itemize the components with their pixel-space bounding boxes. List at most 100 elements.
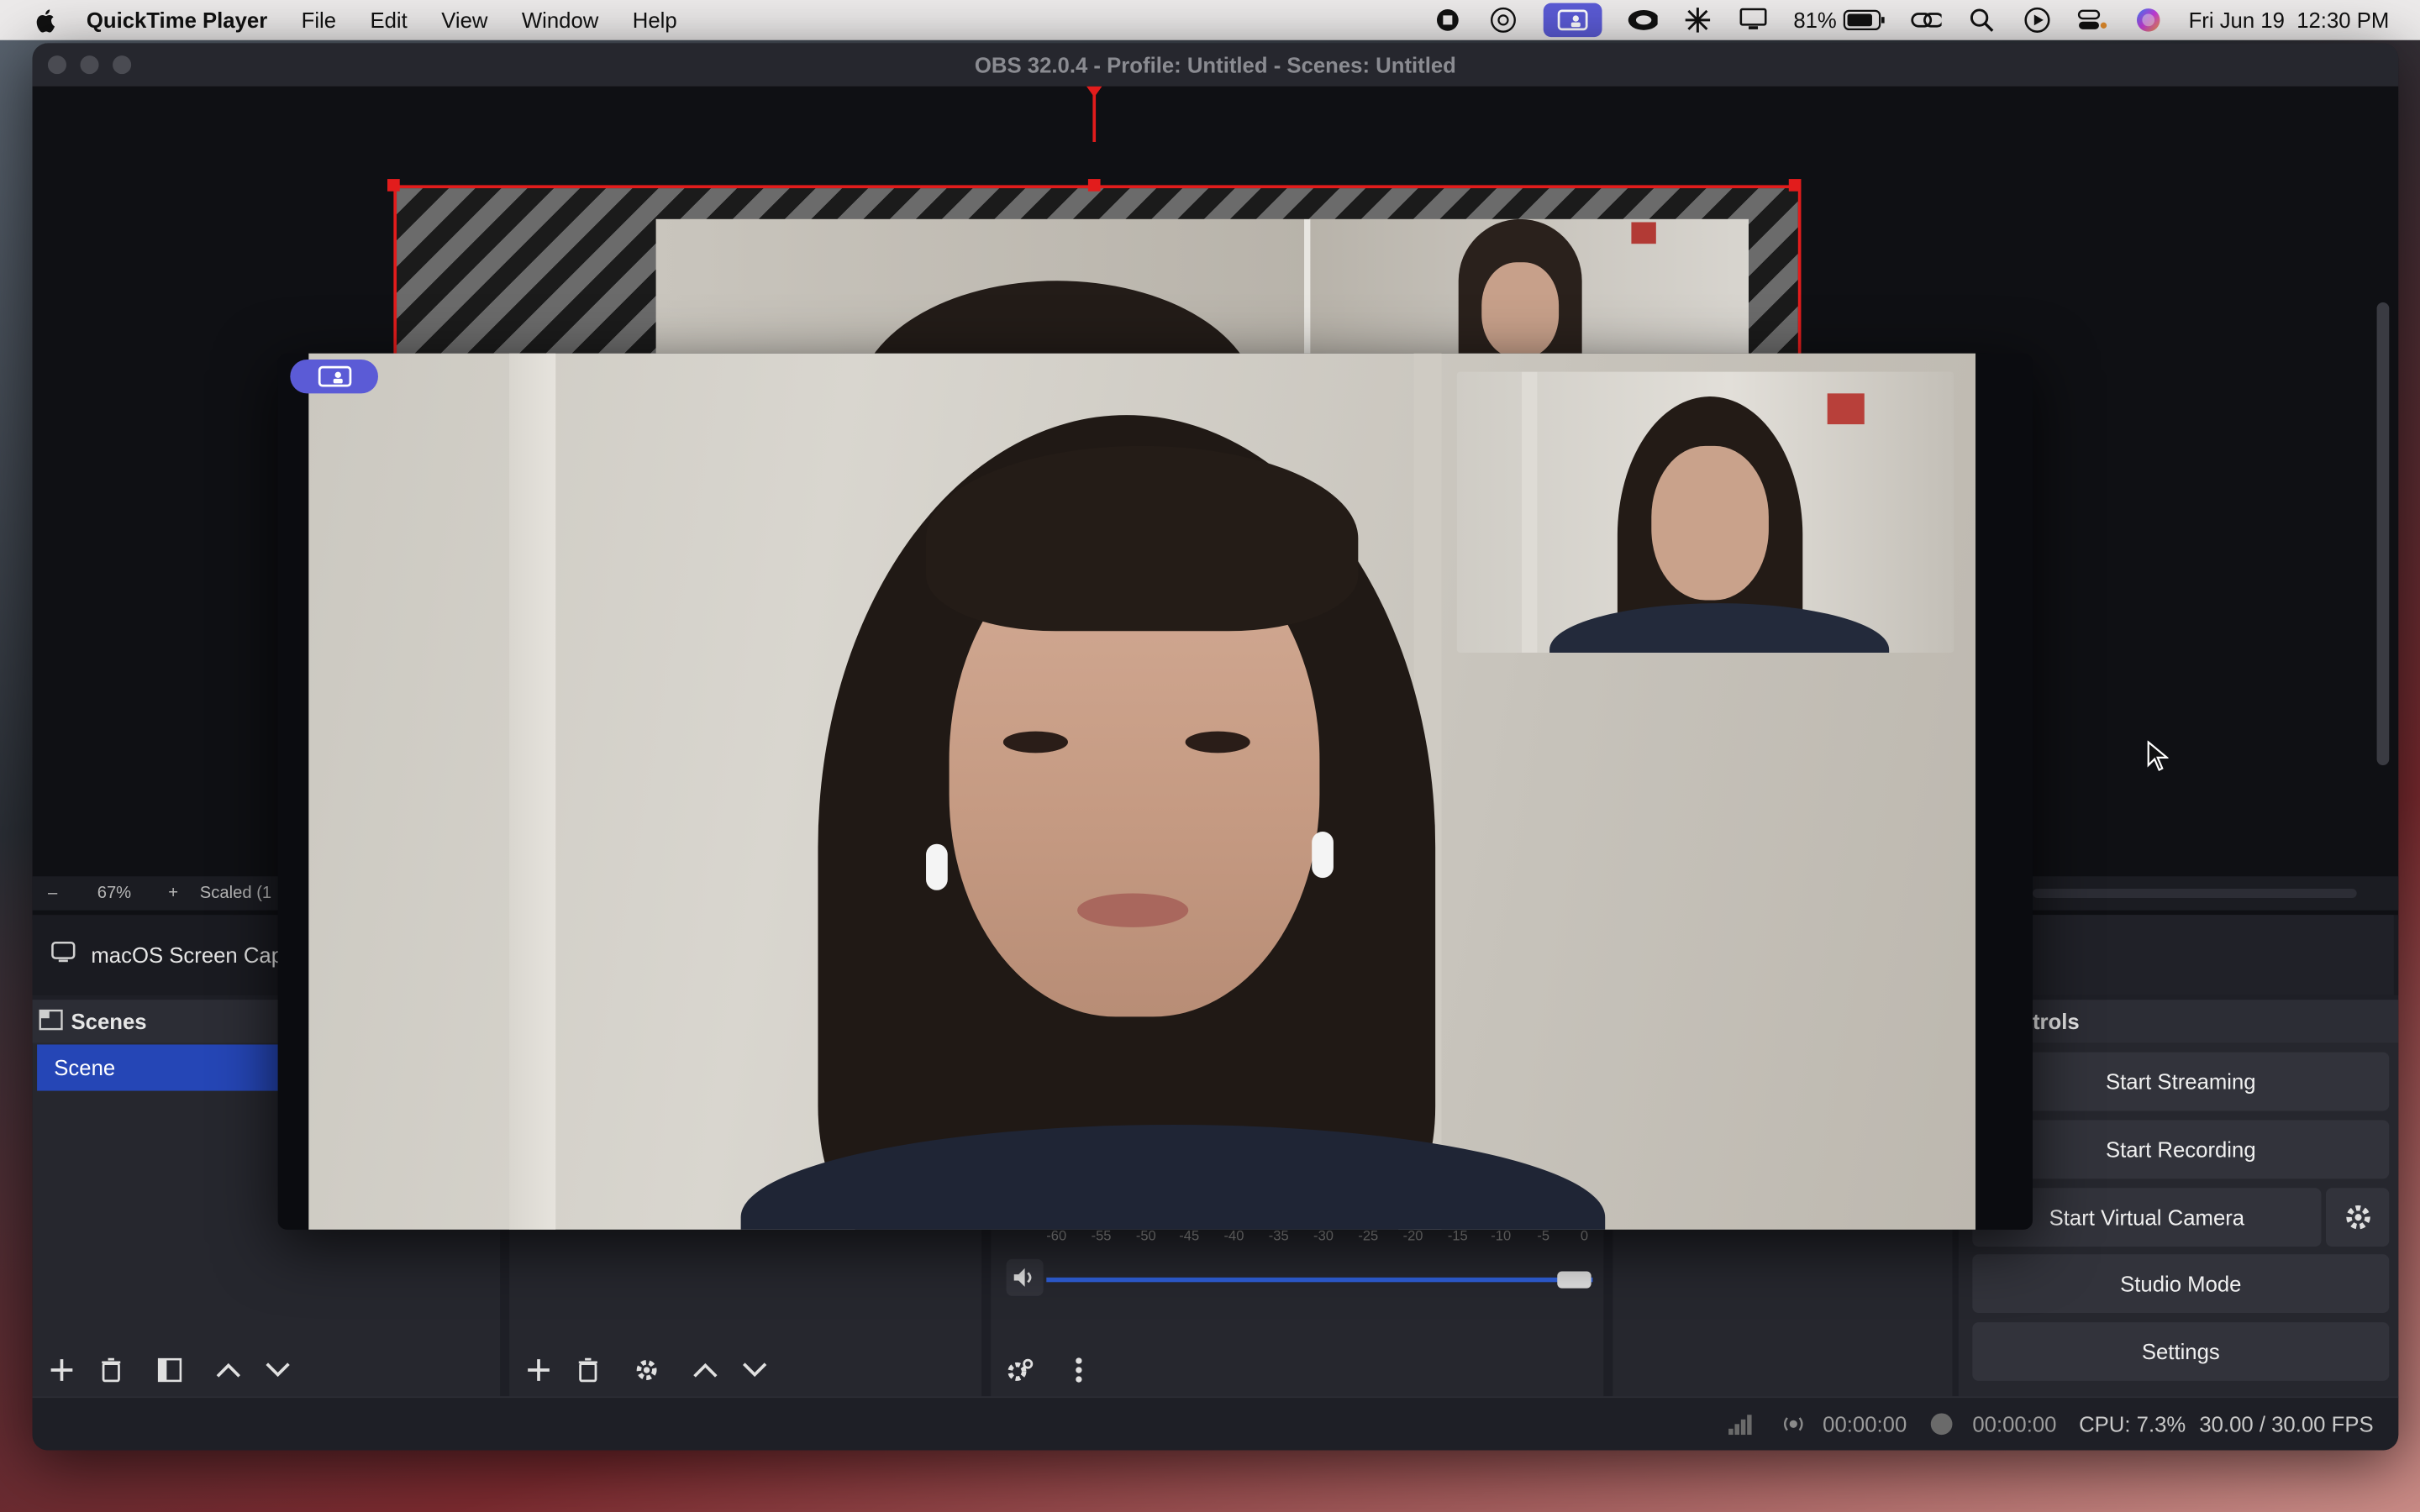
move-scene-up-button[interactable] <box>208 1350 249 1390</box>
meter-tick: -20 <box>1402 1228 1423 1244</box>
advanced-audio-gear-icon[interactable] <box>1000 1350 1040 1390</box>
record-stop-icon[interactable] <box>1433 6 1464 34</box>
source-name[interactable]: macOS Screen Capt <box>91 942 289 967</box>
meter-ticks: -60 -55 -50 -45 -40 -35 -30 -25 -20 -15 … <box>1046 1228 1596 1247</box>
mouse-cursor-icon <box>2147 740 2169 772</box>
remove-source-button[interactable] <box>568 1350 608 1390</box>
scenes-toolbar <box>33 1342 501 1398</box>
mixer-toolbar <box>991 1342 1603 1398</box>
display-icon[interactable] <box>1738 6 1769 34</box>
title-bar[interactable]: OBS 32.0.4 - Profile: Untitled - Scenes:… <box>32 43 2399 87</box>
start-recording-button[interactable]: Start Recording <box>1972 1120 2390 1179</box>
app-name-menu[interactable]: QuickTime Player <box>87 8 267 32</box>
pip-camera-badge[interactable] <box>290 359 378 394</box>
preview-vertical-scrollbar[interactable] <box>2376 302 2390 766</box>
left-eye-shape <box>1002 731 1069 753</box>
menu-bar-extras: 81% Fri Jun 19 12:30 PM <box>1407 0 2389 40</box>
zoom-in-button[interactable]: + <box>168 884 178 902</box>
alignment-guide <box>1092 89 1097 142</box>
inset-wall-edge <box>1522 371 1538 653</box>
meter-tick: -55 <box>1091 1228 1112 1244</box>
settings-button[interactable]: Settings <box>1972 1322 2390 1381</box>
fps-readout: 30.00 / 30.00 FPS <box>2199 1411 2374 1436</box>
network-signal-icon <box>1727 1413 1752 1439</box>
scenes-dock-icon <box>39 1008 63 1034</box>
sparkle-icon[interactable] <box>1682 6 1713 34</box>
resize-handle-tl[interactable] <box>387 179 400 192</box>
inset-person-shoulders <box>1549 603 1890 653</box>
recording-status-icon <box>1930 1413 1953 1436</box>
zoom-out-button[interactable]: – <box>48 884 76 902</box>
battery-icon[interactable] <box>1843 6 1886 34</box>
resize-handle-tm[interactable] <box>1087 179 1101 192</box>
meter-tick: -25 <box>1358 1228 1379 1244</box>
status-bar: 00:00:00 00:00:00 CPU: 7.3% 30.00 / 30.0… <box>32 1396 2399 1451</box>
start-streaming-button[interactable]: Start Streaming <box>1972 1052 2390 1111</box>
aperture-icon[interactable] <box>1488 6 1519 34</box>
meter-tick: 0 <box>1580 1228 1589 1244</box>
clock[interactable]: Fri Jun 19 12:30 PM <box>2189 8 2390 32</box>
sources-toolbar <box>509 1342 981 1398</box>
studio-mode-button[interactable]: Studio Mode <box>1972 1254 2390 1314</box>
volume-slider-track[interactable] <box>1046 1277 1593 1283</box>
volume-speaker-icon[interactable] <box>1006 1258 1044 1296</box>
menu-edit[interactable]: Edit <box>370 8 407 32</box>
move-source-up-button[interactable] <box>686 1350 726 1390</box>
right-earbud-shape <box>1312 832 1334 879</box>
volume-slider-handle[interactable] <box>1557 1271 1591 1289</box>
zoom-level: 67% <box>97 884 132 903</box>
inset-face-shape <box>1481 262 1560 359</box>
meter-tick: -40 <box>1223 1228 1244 1244</box>
screen-share-icon <box>317 365 351 387</box>
menu-help[interactable]: Help <box>633 8 677 32</box>
virtual-camera-settings-button[interactable] <box>2325 1188 2390 1247</box>
meter-tick: -35 <box>1268 1228 1289 1244</box>
meter-tick: -5 <box>1537 1228 1550 1244</box>
add-source-button[interactable] <box>518 1350 559 1390</box>
stream-time: 00:00:00 <box>1823 1411 1907 1436</box>
self-view-inset[interactable] <box>1456 371 1954 653</box>
meter-tick: -15 <box>1447 1228 1468 1244</box>
battery-percent: 81% <box>1793 8 1837 33</box>
left-earbud-shape <box>926 843 948 890</box>
control-center-icon[interactable] <box>2077 6 2108 34</box>
source-properties-gear-icon[interactable] <box>627 1350 667 1390</box>
window-title: OBS 32.0.4 - Profile: Untitled - Scenes:… <box>974 52 1456 77</box>
inset-person-face <box>1651 445 1769 601</box>
gear-icon <box>2345 1205 2370 1230</box>
scenes-title: Scenes <box>71 1009 147 1034</box>
person-fringe-shape <box>926 445 1359 632</box>
exit-sign-icon <box>1827 393 1865 425</box>
horizontal-scrollbar[interactable] <box>2032 888 2357 898</box>
scene-filters-button[interactable] <box>150 1350 190 1390</box>
menu-bar: QuickTime Player File Edit View Window H… <box>0 0 2420 40</box>
guide-arrow-icon <box>1086 86 1102 97</box>
meter-tick: -45 <box>1179 1228 1200 1244</box>
screen-share-icon[interactable] <box>1543 3 1602 38</box>
lips-shape <box>1077 893 1189 927</box>
mixer-menu-dots-icon[interactable] <box>1059 1350 1099 1390</box>
add-scene-button[interactable] <box>42 1350 82 1390</box>
creative-cloud-icon[interactable] <box>1627 6 1658 34</box>
play-icon[interactable] <box>2022 6 2053 34</box>
exit-sign-icon <box>1631 222 1656 244</box>
menu-file[interactable]: File <box>302 8 336 32</box>
link-icon[interactable] <box>1911 6 1942 34</box>
move-source-down-button[interactable] <box>734 1350 775 1390</box>
meter-tick: -30 <box>1313 1228 1334 1244</box>
scene-list-item[interactable]: Scene <box>37 1044 284 1091</box>
meter-tick: -10 <box>1491 1228 1512 1244</box>
menu-window[interactable]: Window <box>522 8 598 32</box>
search-icon[interactable] <box>1966 6 1997 34</box>
apple-logo-icon[interactable] <box>34 8 58 33</box>
display-source-icon <box>51 940 76 969</box>
right-eye-shape <box>1185 731 1250 753</box>
resize-handle-tr[interactable] <box>1788 179 1802 192</box>
menu-view[interactable]: View <box>441 8 487 32</box>
scale-label: Scaled (1 <box>199 884 272 903</box>
siri-icon[interactable] <box>2133 6 2164 34</box>
controls-title: trols <box>2032 1009 2080 1034</box>
source-properties-area <box>2032 915 2394 995</box>
move-scene-down-button[interactable] <box>258 1350 298 1390</box>
remove-scene-button[interactable] <box>91 1350 131 1390</box>
